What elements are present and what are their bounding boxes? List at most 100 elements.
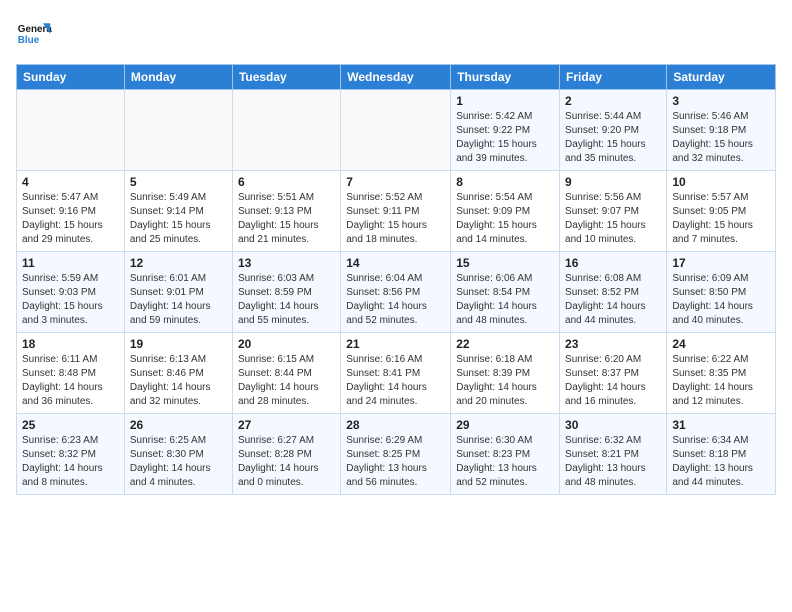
- calendar-cell: 2Sunrise: 5:44 AM Sunset: 9:20 PM Daylig…: [560, 90, 667, 171]
- day-number: 3: [672, 94, 770, 108]
- calendar-cell: 9 Sunrise: 5:56 AM Sunset: 9:07 PM Daylig…: [560, 171, 667, 252]
- day-info: Sunrise: 6:22 AM Sunset: 8:35 PM Dayligh…: [672, 353, 770, 409]
- calendar-cell: [341, 90, 451, 171]
- calendar-cell: 7 Sunrise: 5:52 AM Sunset: 9:11 PM Daylig…: [341, 171, 451, 252]
- calendar-cell: [124, 90, 232, 171]
- calendar-cell: 20 Sunrise: 6:15 AM Sunset: 8:44 PM Dayli…: [232, 333, 340, 414]
- calendar-cell: 21 Sunrise: 6:16 AM Sunset: 8:41 PM Dayli…: [341, 333, 451, 414]
- day-info: Sunrise: 6:34 AM Sunset: 8:18 PM Dayligh…: [672, 434, 770, 490]
- calendar-cell: 24 Sunrise: 6:22 AM Sunset: 8:35 PM Dayli…: [667, 333, 776, 414]
- day-number: 27: [238, 418, 335, 432]
- day-info: Sunrise: 5:57 AM Sunset: 9:05 PM Dayligh…: [672, 191, 770, 247]
- calendar-cell: 12 Sunrise: 6:01 AM Sunset: 9:01 PM Dayli…: [124, 252, 232, 333]
- calendar-cell: 8 Sunrise: 5:54 AM Sunset: 9:09 PM Daylig…: [451, 171, 560, 252]
- calendar-cell: 13Sunrise: 6:03 AM Sunset: 8:59 PM Dayli…: [232, 252, 340, 333]
- col-header-saturday: Saturday: [667, 65, 776, 90]
- day-info: Sunrise: 6:08 AM Sunset: 8:52 PM Dayligh…: [565, 272, 661, 328]
- day-number: 13: [238, 256, 335, 270]
- day-number: 14: [346, 256, 445, 270]
- day-info: Sunrise: 5:59 AM Sunset: 9:03 PM Dayligh…: [22, 272, 119, 328]
- logo: General Blue: [16, 16, 52, 52]
- calendar-cell: 3 Sunrise: 5:46 AM Sunset: 9:18 PM Daylig…: [667, 90, 776, 171]
- calendar-week-row: 1Sunrise: 5:42 AM Sunset: 9:22 PM Daylig…: [17, 90, 776, 171]
- day-number: 11: [22, 256, 119, 270]
- calendar-week-row: 4 Sunrise: 5:47 AM Sunset: 9:16 PM Daylig…: [17, 171, 776, 252]
- day-number: 10: [672, 175, 770, 189]
- calendar-cell: [232, 90, 340, 171]
- day-info: Sunrise: 5:51 AM Sunset: 9:13 PM Dayligh…: [238, 191, 335, 247]
- day-info: Sunrise: 6:01 AM Sunset: 9:01 PM Dayligh…: [130, 272, 227, 328]
- calendar-cell: 23Sunrise: 6:20 AM Sunset: 8:37 PM Dayli…: [560, 333, 667, 414]
- day-info: Sunrise: 6:20 AM Sunset: 8:37 PM Dayligh…: [565, 353, 661, 409]
- calendar-cell: 1Sunrise: 5:42 AM Sunset: 9:22 PM Daylig…: [451, 90, 560, 171]
- calendar-cell: 10 Sunrise: 5:57 AM Sunset: 9:05 PM Dayli…: [667, 171, 776, 252]
- day-number: 31: [672, 418, 770, 432]
- calendar-week-row: 11 Sunrise: 5:59 AM Sunset: 9:03 PM Dayli…: [17, 252, 776, 333]
- day-info: Sunrise: 6:09 AM Sunset: 8:50 PM Dayligh…: [672, 272, 770, 328]
- day-info: Sunrise: 5:56 AM Sunset: 9:07 PM Dayligh…: [565, 191, 661, 247]
- day-info: Sunrise: 6:15 AM Sunset: 8:44 PM Dayligh…: [238, 353, 335, 409]
- calendar-cell: 31 Sunrise: 6:34 AM Sunset: 8:18 PM Dayli…: [667, 414, 776, 495]
- day-number: 8: [456, 175, 554, 189]
- day-info: Sunrise: 6:16 AM Sunset: 8:41 PM Dayligh…: [346, 353, 445, 409]
- day-info: Sunrise: 5:44 AM Sunset: 9:20 PM Dayligh…: [565, 110, 661, 166]
- day-info: Sunrise: 6:04 AM Sunset: 8:56 PM Dayligh…: [346, 272, 445, 328]
- calendar-header-row: SundayMondayTuesdayWednesdayThursdayFrid…: [17, 65, 776, 90]
- calendar-cell: 14 Sunrise: 6:04 AM Sunset: 8:56 PM Dayli…: [341, 252, 451, 333]
- day-number: 22: [456, 337, 554, 351]
- svg-text:Blue: Blue: [18, 35, 40, 46]
- day-number: 19: [130, 337, 227, 351]
- col-header-thursday: Thursday: [451, 65, 560, 90]
- day-info: Sunrise: 6:11 AM Sunset: 8:48 PM Dayligh…: [22, 353, 119, 409]
- calendar-cell: 29 Sunrise: 6:30 AM Sunset: 8:23 PM Dayli…: [451, 414, 560, 495]
- day-number: 7: [346, 175, 445, 189]
- day-number: 26: [130, 418, 227, 432]
- col-header-sunday: Sunday: [17, 65, 125, 90]
- day-info: Sunrise: 6:18 AM Sunset: 8:39 PM Dayligh…: [456, 353, 554, 409]
- calendar-cell: 27 Sunrise: 6:27 AM Sunset: 8:28 PM Dayli…: [232, 414, 340, 495]
- day-number: 4: [22, 175, 119, 189]
- calendar-table: SundayMondayTuesdayWednesdayThursdayFrid…: [16, 64, 776, 495]
- day-info: Sunrise: 5:54 AM Sunset: 9:09 PM Dayligh…: [456, 191, 554, 247]
- day-number: 28: [346, 418, 445, 432]
- day-number: 5: [130, 175, 227, 189]
- calendar-cell: 4 Sunrise: 5:47 AM Sunset: 9:16 PM Daylig…: [17, 171, 125, 252]
- day-info: Sunrise: 5:49 AM Sunset: 9:14 PM Dayligh…: [130, 191, 227, 247]
- day-number: 17: [672, 256, 770, 270]
- day-info: Sunrise: 6:30 AM Sunset: 8:23 PM Dayligh…: [456, 434, 554, 490]
- calendar-cell: 11 Sunrise: 5:59 AM Sunset: 9:03 PM Dayli…: [17, 252, 125, 333]
- calendar-cell: [17, 90, 125, 171]
- col-header-wednesday: Wednesday: [341, 65, 451, 90]
- page-header: General Blue: [16, 16, 776, 52]
- calendar-cell: 26Sunrise: 6:25 AM Sunset: 8:30 PM Dayli…: [124, 414, 232, 495]
- day-info: Sunrise: 6:29 AM Sunset: 8:25 PM Dayligh…: [346, 434, 445, 490]
- day-number: 12: [130, 256, 227, 270]
- calendar-cell: 30Sunrise: 6:32 AM Sunset: 8:21 PM Dayli…: [560, 414, 667, 495]
- day-info: Sunrise: 5:47 AM Sunset: 9:16 PM Dayligh…: [22, 191, 119, 247]
- calendar-cell: 17 Sunrise: 6:09 AM Sunset: 8:50 PM Dayli…: [667, 252, 776, 333]
- calendar-cell: 15Sunrise: 6:06 AM Sunset: 8:54 PM Dayli…: [451, 252, 560, 333]
- day-info: Sunrise: 6:23 AM Sunset: 8:32 PM Dayligh…: [22, 434, 119, 490]
- day-number: 18: [22, 337, 119, 351]
- day-number: 24: [672, 337, 770, 351]
- day-info: Sunrise: 5:52 AM Sunset: 9:11 PM Dayligh…: [346, 191, 445, 247]
- calendar-cell: 25Sunrise: 6:23 AM Sunset: 8:32 PM Dayli…: [17, 414, 125, 495]
- col-header-tuesday: Tuesday: [232, 65, 340, 90]
- calendar-cell: 6Sunrise: 5:51 AM Sunset: 9:13 PM Daylig…: [232, 171, 340, 252]
- calendar-cell: 5 Sunrise: 5:49 AM Sunset: 9:14 PM Daylig…: [124, 171, 232, 252]
- logo-icon: General Blue: [16, 16, 52, 52]
- day-info: Sunrise: 6:13 AM Sunset: 8:46 PM Dayligh…: [130, 353, 227, 409]
- day-info: Sunrise: 6:27 AM Sunset: 8:28 PM Dayligh…: [238, 434, 335, 490]
- day-number: 21: [346, 337, 445, 351]
- col-header-monday: Monday: [124, 65, 232, 90]
- day-number: 30: [565, 418, 661, 432]
- calendar-cell: 22 Sunrise: 6:18 AM Sunset: 8:39 PM Dayli…: [451, 333, 560, 414]
- calendar-cell: 19 Sunrise: 6:13 AM Sunset: 8:46 PM Dayli…: [124, 333, 232, 414]
- day-number: 9: [565, 175, 661, 189]
- day-number: 20: [238, 337, 335, 351]
- calendar-cell: 18 Sunrise: 6:11 AM Sunset: 8:48 PM Dayli…: [17, 333, 125, 414]
- col-header-friday: Friday: [560, 65, 667, 90]
- calendar-week-row: 18 Sunrise: 6:11 AM Sunset: 8:48 PM Dayli…: [17, 333, 776, 414]
- day-info: Sunrise: 5:46 AM Sunset: 9:18 PM Dayligh…: [672, 110, 770, 166]
- day-number: 29: [456, 418, 554, 432]
